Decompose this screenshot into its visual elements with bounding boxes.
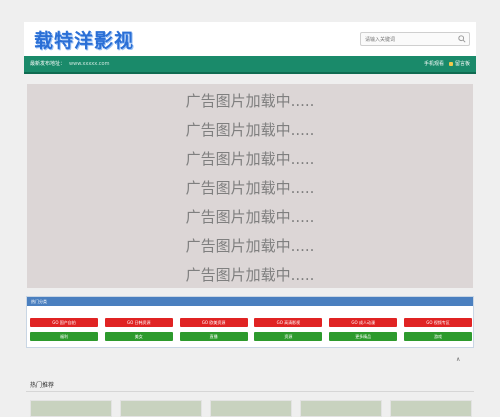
scroll-top-icon[interactable]: ∧ (456, 356, 460, 363)
video-thumbnail[interactable] (300, 400, 382, 417)
ad-banner-area[interactable]: 广告图片加载中..... 广告图片加载中..... 广告图片加载中..... 广… (27, 84, 473, 288)
search-input[interactable] (365, 34, 453, 45)
ad-loading-text: 广告图片加载中..... (185, 179, 315, 197)
latest-address-url[interactable]: www.xxxxx.com (69, 61, 109, 67)
hot-section-title: 热门推荐 (30, 382, 55, 389)
category-button[interactable]: 福利 (30, 332, 98, 341)
site-logo[interactable]: 载特洋影视 (34, 26, 134, 53)
video-thumbnail[interactable] (390, 400, 472, 417)
ad-loading-text: 广告图片加载中..... (185, 237, 315, 255)
ad-loading-text: 广告图片加载中..... (185, 92, 315, 110)
category-panel: 热门分类 GO 国产自拍 GO 日韩资源 GO 欧美资源 GO 高清影视 GO … (26, 296, 474, 348)
category-button[interactable]: 资源 (254, 332, 323, 341)
category-header: 热门分类 (27, 297, 473, 306)
site-header: 载特洋影视 (24, 22, 476, 56)
category-button[interactable]: GO 国产自拍 (30, 318, 98, 327)
category-button[interactable]: 美女 (104, 332, 173, 341)
nav-link-mobile[interactable]: 手机观看 (424, 61, 444, 67)
video-thumbnail[interactable] (30, 400, 112, 417)
ad-loading-text: 广告图片加载中..... (185, 150, 315, 168)
video-thumbnail[interactable] (120, 400, 202, 417)
category-button[interactable]: GO 成人动漫 (329, 318, 398, 327)
category-button[interactable]: 更多精品 (329, 332, 398, 341)
nav-links: 手机观看 留言板 (418, 60, 470, 67)
ad-loading-text: 广告图片加载中..... (185, 121, 315, 139)
search-icon[interactable] (458, 35, 466, 43)
ad-loading-text: 广告图片加载中..... (185, 208, 315, 226)
video-thumbnail[interactable] (210, 400, 292, 417)
category-row-green: 福利 美女 直播 资源 更多精品 游戏 (30, 332, 472, 341)
search-box[interactable] (360, 32, 470, 46)
nav-bar: 最新发布地址： www.xxxxx.com 手机观看 留言板 (24, 56, 476, 74)
category-button[interactable]: GO 高清影视 (254, 318, 323, 327)
category-button[interactable]: 游戏 (403, 332, 472, 341)
section-divider (26, 391, 474, 392)
category-button[interactable]: 直播 (179, 332, 248, 341)
latest-address-label: 最新发布地址： (30, 61, 66, 67)
nav-link-guestbook[interactable]: 留言板 (455, 61, 470, 67)
message-icon (448, 61, 453, 66)
category-button[interactable]: GO 视频专区 (403, 318, 472, 327)
category-button[interactable]: GO 欧美资源 (179, 318, 248, 327)
latest-address: 最新发布地址： www.xxxxx.com (30, 60, 109, 67)
category-button[interactable]: GO 日韩资源 (104, 318, 173, 327)
ad-loading-text: 广告图片加载中..... (185, 266, 315, 284)
category-row-red: GO 国产自拍 GO 日韩资源 GO 欧美资源 GO 高清影视 GO 成人动漫 … (30, 318, 472, 327)
